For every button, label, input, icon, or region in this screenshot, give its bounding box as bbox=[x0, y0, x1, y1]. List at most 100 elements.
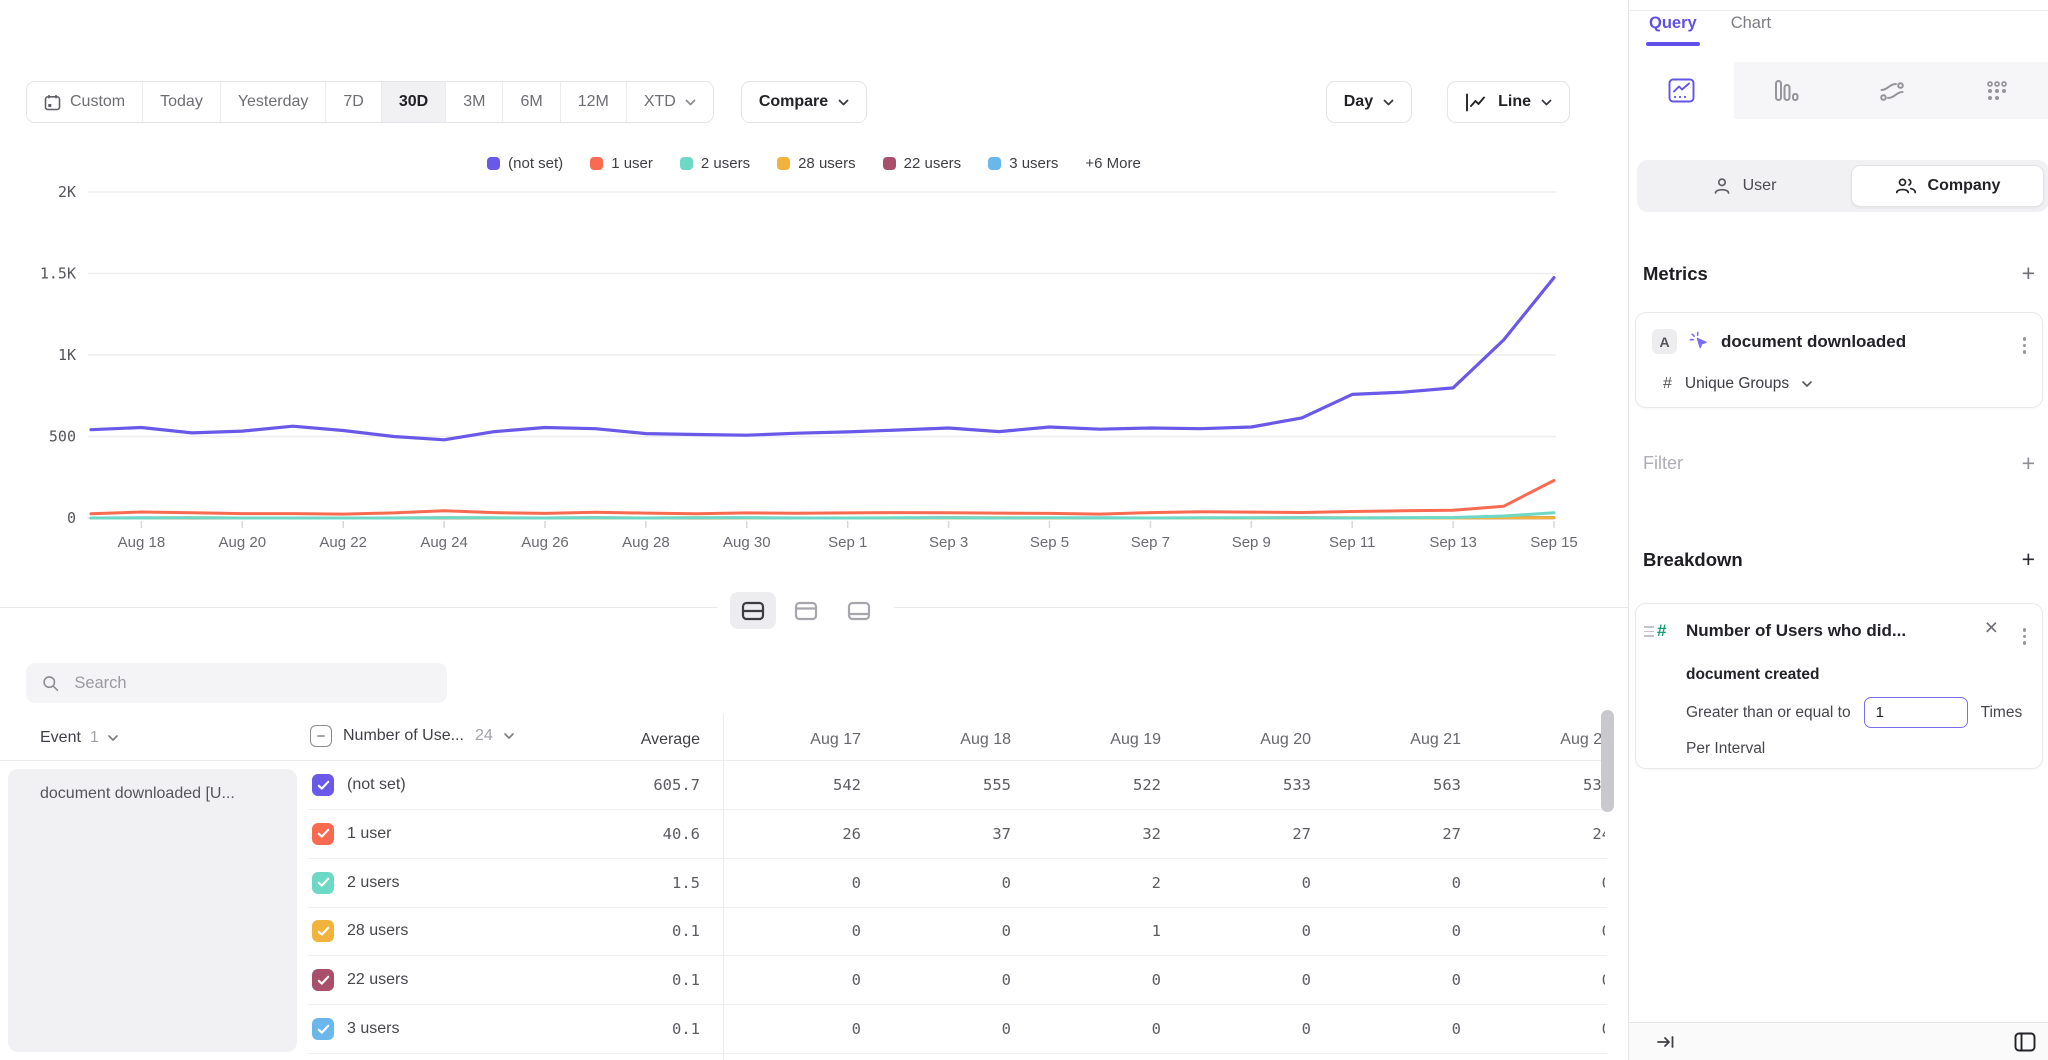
cell-value: 0 bbox=[1181, 922, 1311, 940]
range-today[interactable]: Today bbox=[143, 82, 221, 122]
svg-text:Aug 24: Aug 24 bbox=[420, 534, 468, 551]
legend-label: 2 users bbox=[701, 155, 750, 172]
check-icon bbox=[317, 926, 330, 937]
table-row[interactable]: 22 users0.1000000 bbox=[0, 956, 1628, 1005]
range-custom[interactable]: Custom bbox=[27, 82, 143, 122]
user-segment[interactable]: User bbox=[1637, 160, 1851, 212]
chart-style-button[interactable]: Line bbox=[1447, 81, 1570, 123]
series-column-header: − Number of Use... 24 bbox=[310, 725, 514, 747]
range-xtd[interactable]: XTD bbox=[627, 82, 713, 122]
tab-query[interactable]: Query bbox=[1649, 14, 1697, 46]
metric-card[interactable]: A document downloaded # Unique Groups bbox=[1635, 312, 2043, 408]
series-checkbox[interactable] bbox=[312, 872, 334, 894]
compare-button[interactable]: Compare bbox=[741, 81, 867, 123]
svg-text:500: 500 bbox=[49, 428, 76, 446]
drag-handle-icon[interactable] bbox=[1644, 626, 1654, 637]
table-row[interactable]: (not set)605.7542555522533563537 bbox=[0, 761, 1628, 810]
flow-chart-icon bbox=[1879, 79, 1905, 103]
svg-text:Sep 5: Sep 5 bbox=[1030, 534, 1069, 551]
cell-value: 0 bbox=[881, 971, 1011, 989]
line-chart[interactable]: 05001K1.5K2KAug 18Aug 20Aug 22Aug 24Aug … bbox=[0, 172, 1628, 557]
layout-table-view-button[interactable] bbox=[836, 592, 882, 629]
toggle-panel-button[interactable] bbox=[2011, 1029, 2039, 1055]
breakdown-event-name[interactable]: document created bbox=[1686, 666, 1820, 684]
series-checkbox[interactable] bbox=[312, 920, 334, 942]
svg-text:Aug 28: Aug 28 bbox=[622, 534, 670, 551]
condition-value-input[interactable] bbox=[1864, 697, 1968, 728]
number-property-icon: # bbox=[1657, 621, 1666, 641]
remove-breakdown-button[interactable]: × bbox=[1985, 614, 1998, 641]
event-column-header[interactable]: Event 1 bbox=[40, 729, 118, 747]
table-row[interactable]: 2 users1.5002000 bbox=[0, 859, 1628, 908]
select-all-checkbox[interactable]: − bbox=[310, 725, 332, 747]
chart-type-flow-button[interactable] bbox=[1839, 62, 1944, 119]
series-checkbox[interactable] bbox=[312, 774, 334, 796]
interval-button[interactable]: Day bbox=[1326, 81, 1412, 123]
legend-items: (not set) 1 user 2 users 28 users 22 users 3 … bbox=[487, 155, 1058, 172]
search-icon bbox=[42, 674, 59, 693]
cell-value: 0 bbox=[731, 922, 861, 940]
table-vertical-scrollbar[interactable] bbox=[1601, 710, 1614, 812]
company-segment[interactable]: Company bbox=[1851, 165, 2044, 207]
cell-value: 0 bbox=[1481, 922, 1605, 940]
table-row[interactable]: 1 user40.6263732272724 bbox=[0, 810, 1628, 859]
add-filter-button[interactable]: + bbox=[2022, 452, 2035, 475]
legend-item[interactable]: 2 users bbox=[680, 155, 750, 172]
cell-value: 555 bbox=[881, 776, 1011, 794]
check-icon bbox=[317, 975, 330, 986]
legend-label: 1 user bbox=[611, 155, 653, 172]
layout-split-view-button[interactable] bbox=[730, 592, 776, 629]
series-checkbox[interactable] bbox=[312, 969, 334, 991]
breakdown-card-title: Number of Users who did... bbox=[1686, 621, 1906, 641]
chart-type-grid-button[interactable] bbox=[1944, 62, 2048, 119]
table-row[interactable]: 28 users0.1001000 bbox=[0, 907, 1628, 956]
legend-more-button[interactable]: +6 More bbox=[1085, 155, 1140, 172]
legend-item[interactable]: 3 users bbox=[988, 155, 1058, 172]
chevron-down-icon[interactable] bbox=[504, 733, 514, 739]
metric-aggregation-dropdown[interactable]: # Unique Groups bbox=[1663, 375, 1812, 393]
svg-text:Sep 9: Sep 9 bbox=[1232, 534, 1271, 551]
cell-value: 26 bbox=[731, 825, 861, 843]
range-7d[interactable]: 7D bbox=[326, 82, 381, 122]
cell-value: 0 bbox=[1481, 874, 1605, 892]
range-yesterday[interactable]: Yesterday bbox=[221, 82, 327, 122]
range-6m[interactable]: 6M bbox=[503, 82, 560, 122]
per-interval-label[interactable]: Per Interval bbox=[1686, 740, 1765, 758]
svg-text:1.5K: 1.5K bbox=[40, 265, 76, 283]
series-checkbox[interactable] bbox=[312, 1018, 334, 1040]
chart-type-bar-button[interactable] bbox=[1734, 62, 1839, 119]
add-breakdown-button[interactable]: + bbox=[2022, 548, 2035, 571]
series-label: (not set) bbox=[347, 776, 406, 794]
row-divider bbox=[308, 1053, 1607, 1054]
legend-item[interactable]: 22 users bbox=[883, 155, 962, 172]
legend-item[interactable]: (not set) bbox=[487, 155, 563, 172]
breakdown-menu-button[interactable] bbox=[2019, 624, 2031, 649]
top-panel-icon bbox=[794, 601, 818, 621]
cell-value: 537 bbox=[1481, 776, 1605, 794]
legend-item[interactable]: 28 users bbox=[777, 155, 856, 172]
breakdown-card[interactable]: # Number of Users who did... × document … bbox=[1635, 603, 2043, 769]
collapse-sidebar-button[interactable] bbox=[1653, 1031, 1679, 1053]
table-row[interactable]: 3 users0.1000000 bbox=[0, 1005, 1628, 1054]
add-metric-button[interactable]: + bbox=[2022, 262, 2035, 285]
layout-chart-view-button[interactable] bbox=[783, 592, 829, 629]
metrics-section-header: Metrics + bbox=[1643, 262, 2035, 285]
cell-value: 0 bbox=[1181, 1020, 1311, 1038]
condition-label[interactable]: Greater than or equal to bbox=[1686, 704, 1851, 722]
user-company-toggle: User Company bbox=[1637, 160, 2048, 212]
range-12m[interactable]: 12M bbox=[561, 82, 627, 122]
legend-swatch bbox=[680, 157, 693, 170]
chevron-down-icon bbox=[108, 735, 118, 741]
range-30d[interactable]: 30D bbox=[382, 82, 446, 122]
legend-item[interactable]: 1 user bbox=[590, 155, 653, 172]
chevron-down-icon bbox=[1541, 99, 1552, 106]
metric-menu-button[interactable] bbox=[2019, 333, 2031, 358]
legend-label: 3 users bbox=[1009, 155, 1058, 172]
sidebar-footer bbox=[1629, 1022, 2048, 1060]
chart-type-line-button[interactable] bbox=[1629, 62, 1734, 119]
range-3m[interactable]: 3M bbox=[446, 82, 503, 122]
tab-chart[interactable]: Chart bbox=[1731, 14, 1771, 46]
cell-value: 0 bbox=[1331, 922, 1461, 940]
search-input[interactable] bbox=[72, 673, 431, 694]
series-checkbox[interactable] bbox=[312, 823, 334, 845]
